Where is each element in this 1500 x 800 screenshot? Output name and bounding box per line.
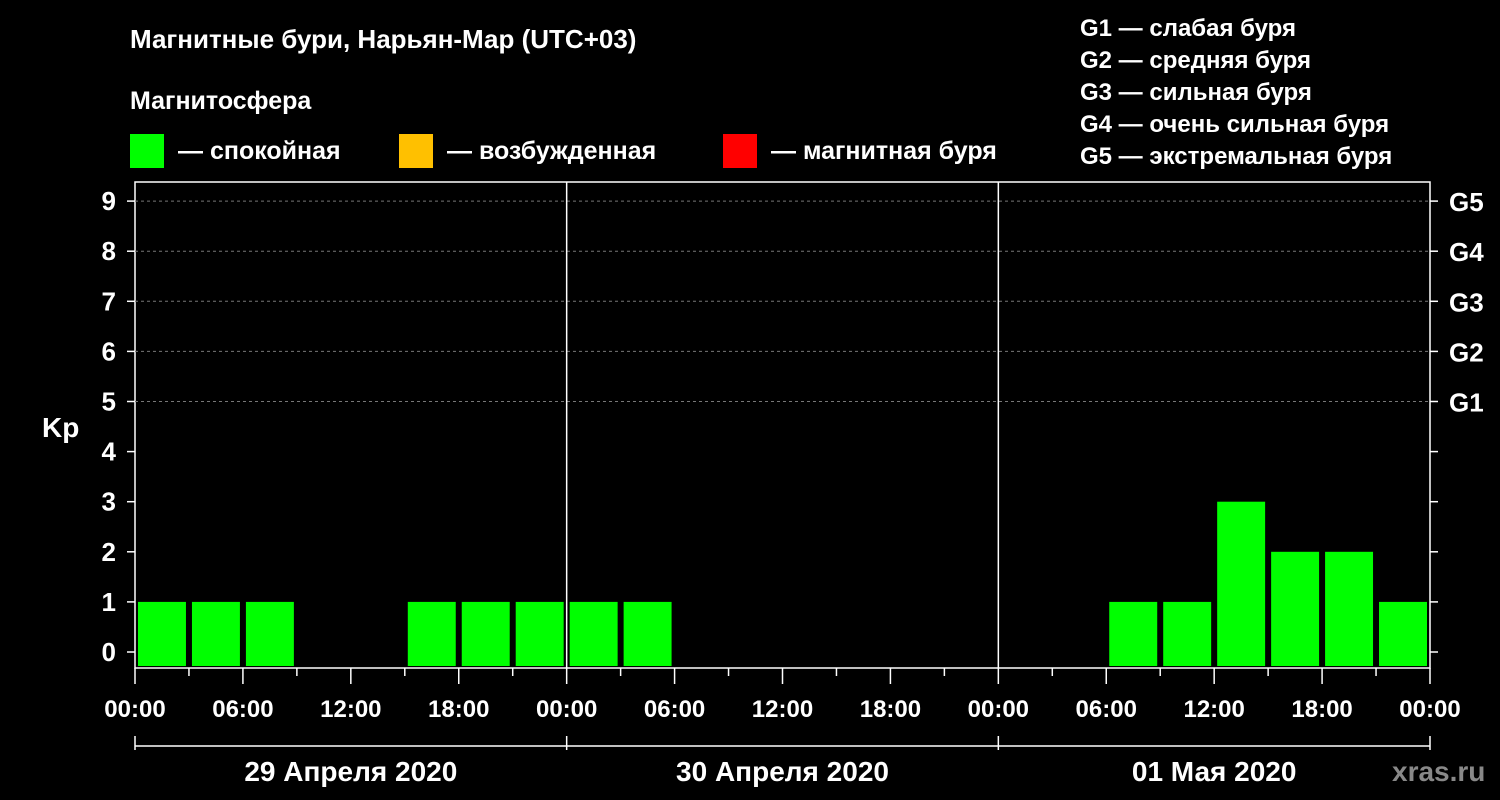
g-level-label: G5 [1449,187,1484,217]
day-label: 01 Мая 2020 [1132,756,1297,787]
y-tick-label: 4 [102,437,117,467]
y-tick-label: 7 [102,286,116,316]
x-tick-label: 12:00 [752,696,813,723]
day-label: 30 Апреля 2020 [676,756,889,787]
kp-bar [407,601,456,666]
x-tick-label: 18:00 [1291,696,1352,723]
y-tick-label: 3 [102,487,116,517]
kp-bar [1163,601,1212,666]
g-level-label: G1 [1449,388,1484,418]
kp-bar [461,601,510,666]
x-tick-label: 00:00 [968,696,1029,723]
y-tick-label: 8 [102,236,116,266]
kp-chart: 0 1 2 3 4 5 6 7 8 9 G1 G2 G3 G4 G5 00:00 06:00 12:00 18:00… [102,181,1484,787]
kp-bar [191,601,240,666]
x-tick-label: 00:00 [104,696,165,723]
kp-bar [1325,551,1374,666]
g-level-label: G4 [1449,237,1484,267]
kp-bar [1379,601,1427,666]
y-tick-label: 1 [102,587,116,617]
y-tick-label: 5 [102,387,116,417]
kp-bar [623,601,672,666]
x-tick-label: 00:00 [1399,696,1460,723]
x-tick-label: 18:00 [860,696,921,723]
x-tick-label: 06:00 [212,696,273,723]
x-tick-label: 00:00 [536,696,597,723]
x-tick-label: 12:00 [1183,696,1244,723]
kp-bar [515,601,564,666]
kp-bar [569,601,618,666]
kp-bar [1109,601,1158,666]
kp-bar [245,601,294,666]
g-level-label: G2 [1449,337,1484,367]
kp-bar [1217,501,1266,666]
x-tick-label: 06:00 [1076,696,1137,723]
x-tick-label: 18:00 [428,696,489,723]
day-label: 29 Апреля 2020 [244,756,457,787]
y-tick-label: 6 [102,336,116,366]
x-tick-label: 12:00 [320,696,381,723]
y-tick-label: 2 [102,537,116,567]
g-level-label: G3 [1449,287,1484,317]
y-tick-label: 0 [102,637,116,667]
y-tick-label: 9 [102,186,116,216]
watermark: xras.ru [1392,756,1486,787]
x-tick-label: 06:00 [644,696,705,723]
kp-bar [1271,551,1320,666]
kp-bar [138,601,186,666]
